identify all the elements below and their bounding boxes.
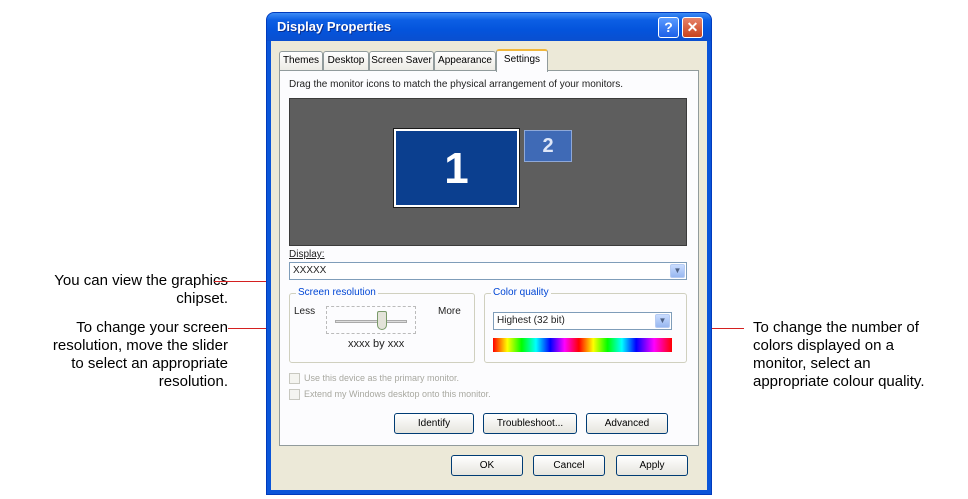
callout-color: To change the number of colors displayed…	[753, 319, 968, 391]
instruction-text: Drag the monitor icons to match the phys…	[289, 79, 624, 90]
resolution-slider[interactable]	[326, 306, 416, 334]
slider-track	[335, 320, 407, 323]
ok-button[interactable]: OK	[451, 455, 523, 476]
primary-monitor-checkbox[interactable]: Use this device as the primary monitor.	[289, 373, 460, 385]
chevron-down-icon[interactable]: ▼	[655, 314, 670, 328]
close-button[interactable]: ✕	[682, 17, 703, 38]
help-button[interactable]: ?	[658, 17, 679, 38]
callout-color-line2: colors displayed on a	[753, 337, 894, 354]
callout-color-line3: monitor, select an	[753, 355, 871, 372]
callout-chipset-line2: chipset.	[176, 290, 228, 307]
chevron-down-icon[interactable]: ▼	[670, 264, 685, 278]
troubleshoot-button[interactable]: Troubleshoot...	[483, 413, 577, 434]
advanced-label: Advanced	[604, 418, 650, 429]
window-title: Display Properties	[277, 19, 392, 34]
advanced-button[interactable]: Advanced	[586, 413, 668, 434]
tab-screen-saver[interactable]: Screen Saver	[369, 51, 434, 70]
settings-panel: Drag the monitor icons to match the phys…	[279, 70, 699, 446]
monitor-arrangement-area[interactable]: 1 2	[289, 98, 687, 246]
monitor-2[interactable]: 2	[524, 130, 572, 162]
callout-color-line1: To change the number of	[753, 319, 919, 336]
callout-color-line4: appropriate colour quality.	[753, 373, 925, 390]
callout-resolution-line1: To change your screen	[76, 319, 228, 336]
tab-appearance[interactable]: Appearance	[434, 51, 496, 70]
slider-thumb[interactable]	[377, 311, 387, 330]
color-quality-select[interactable]: Highest (32 bit) ▼	[493, 312, 672, 330]
monitor-1[interactable]: 1	[393, 128, 520, 208]
apply-button[interactable]: Apply	[616, 455, 688, 476]
apply-label: Apply	[639, 460, 665, 471]
dialog-client: Themes Desktop Screen Saver Appearance S…	[271, 41, 707, 490]
primary-monitor-label: Use this device as the primary monitor.	[304, 373, 460, 383]
display-label: Display:	[289, 249, 325, 260]
display-value: XXXXX	[293, 265, 327, 276]
screen-resolution-group: Screen resolution Less More xxxx by xxx	[289, 287, 475, 363]
identify-button[interactable]: Identify	[394, 413, 474, 434]
title-bar[interactable]: Display Properties ? ✕	[267, 13, 711, 41]
resolution-value: xxxx by xxx	[348, 338, 405, 350]
troubleshoot-label: Troubleshoot...	[496, 418, 564, 429]
slider-less-label: Less	[294, 306, 316, 317]
checkbox-box[interactable]	[289, 373, 300, 385]
callout-resolution-line4: resolution.	[158, 373, 228, 390]
callout-resolution-line2: resolution, move the slider	[52, 337, 228, 354]
callout-chipset: You can view the graphics chipset.	[0, 272, 228, 308]
tab-settings[interactable]: Settings	[496, 49, 548, 72]
ok-label: OK	[479, 460, 495, 471]
tab-themes[interactable]: Themes	[279, 51, 323, 70]
callout-chipset-line1: You can view the graphics	[54, 272, 228, 289]
checkbox-box[interactable]	[289, 389, 300, 401]
extend-desktop-label: Extend my Windows desktop onto this moni…	[304, 389, 491, 399]
color-quality-value: Highest (32 bit)	[497, 315, 565, 326]
callout-resolution-line3: to select an appropriate	[71, 355, 228, 372]
display-properties-window: Display Properties ? ✕ Themes Desktop Sc…	[267, 13, 711, 494]
screen-resolution-title: Screen resolution	[296, 287, 378, 298]
slider-more-label: More	[438, 306, 461, 317]
color-quality-group: Color quality Highest (32 bit) ▼	[484, 287, 687, 363]
display-select[interactable]: XXXXX ▼	[289, 262, 687, 280]
cancel-label: Cancel	[553, 460, 585, 471]
tab-desktop[interactable]: Desktop	[323, 51, 369, 70]
color-quality-title: Color quality	[491, 287, 551, 298]
callout-resolution: To change your screen resolution, move t…	[0, 319, 228, 391]
extend-desktop-checkbox[interactable]: Extend my Windows desktop onto this moni…	[289, 389, 491, 401]
cancel-button[interactable]: Cancel	[533, 455, 605, 476]
identify-label: Identify	[417, 418, 451, 429]
color-spectrum-bar	[493, 338, 672, 352]
